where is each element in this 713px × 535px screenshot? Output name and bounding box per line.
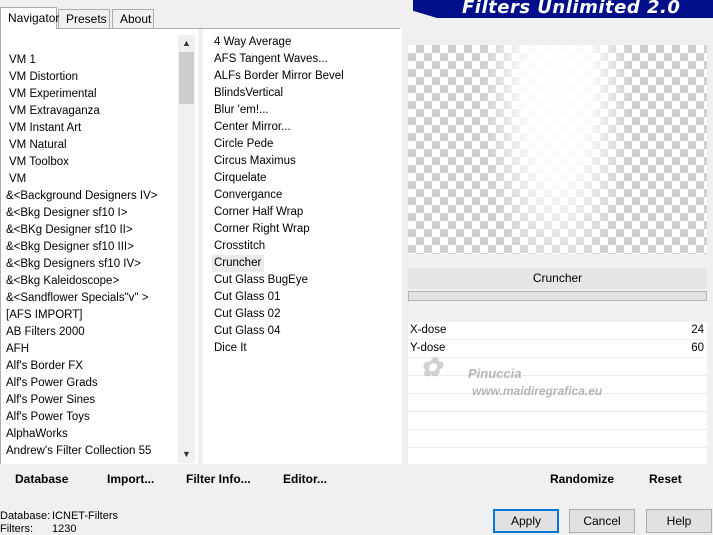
watermark-name: Pinuccia bbox=[468, 366, 522, 381]
filter-item[interactable]: Circus Maximus bbox=[214, 153, 296, 170]
filter-item[interactable]: Cut Glass 02 bbox=[214, 306, 280, 323]
app-title: Filters Unlimited 2.0 bbox=[462, 0, 681, 18]
filter-item[interactable]: Dice It bbox=[214, 340, 247, 357]
filter-item[interactable]: Center Mirror... bbox=[214, 119, 291, 136]
cancel-button[interactable]: Cancel bbox=[569, 509, 635, 533]
category-item[interactable]: [AFS IMPORT] bbox=[6, 307, 82, 324]
progress-bar bbox=[408, 291, 707, 301]
category-item[interactable]: AlphaWorks bbox=[6, 426, 68, 443]
status-filters-value: 1230 bbox=[52, 523, 77, 535]
category-item[interactable]: VM Distortion bbox=[9, 69, 78, 86]
filter-item[interactable]: Cut Glass 04 bbox=[214, 323, 280, 340]
category-item[interactable]: VM Instant Art bbox=[9, 120, 81, 137]
category-item[interactable]: Alf's Power Grads bbox=[6, 375, 98, 392]
category-item[interactable]: &<Bkg Designer sf10 III> bbox=[6, 239, 134, 256]
scroll-thumb[interactable] bbox=[179, 52, 194, 104]
param-slot bbox=[408, 412, 707, 430]
import-button[interactable]: Import... bbox=[107, 470, 154, 488]
filter-list[interactable]: 4 Way Average AFS Tangent Waves... ALFs … bbox=[203, 29, 402, 464]
category-item[interactable]: &<Bkg Designer sf10 I> bbox=[6, 205, 127, 222]
category-item[interactable]: &<BKg Designer sf10 II> bbox=[6, 222, 133, 239]
category-item[interactable]: VM bbox=[9, 171, 26, 188]
status-database-value: ICNET-Filters bbox=[52, 510, 118, 522]
selected-filter-name: Cruncher bbox=[408, 268, 707, 289]
editor-button[interactable]: Editor... bbox=[283, 470, 327, 488]
preview-effect bbox=[408, 45, 707, 254]
filter-item[interactable]: AFS Tangent Waves... bbox=[214, 51, 328, 68]
param-value[interactable]: 24 bbox=[691, 322, 704, 339]
tab-navigator[interactable]: Navigator bbox=[0, 7, 59, 29]
filter-item[interactable]: Convergance bbox=[214, 187, 282, 204]
watermark-url: www.maidiregrafica.eu bbox=[472, 384, 603, 398]
filter-info-button[interactable]: Filter Info... bbox=[186, 470, 251, 488]
status-filters-label: Filters: bbox=[0, 523, 33, 535]
param-slot bbox=[408, 358, 707, 376]
category-item[interactable]: Andrew's Filter Collection 55 bbox=[6, 443, 151, 460]
filter-item[interactable]: Crosstitch bbox=[214, 238, 265, 255]
category-item[interactable]: VM Toolbox bbox=[9, 154, 69, 171]
filter-item[interactable]: Corner Half Wrap bbox=[214, 204, 303, 221]
scroll-up-icon[interactable]: ▲ bbox=[178, 35, 195, 52]
apply-button[interactable]: Apply bbox=[493, 509, 559, 533]
param-slot bbox=[408, 430, 707, 448]
randomize-button[interactable]: Randomize bbox=[550, 470, 614, 488]
watermark-icon: ✿ bbox=[420, 352, 442, 382]
category-list[interactable]: VM 1 VM Distortion VM Experimental VM Ex… bbox=[0, 29, 198, 464]
category-item[interactable]: &<Background Designers IV> bbox=[6, 188, 158, 205]
category-item[interactable]: VM Experimental bbox=[9, 86, 97, 103]
status-database-label: Database: bbox=[0, 510, 51, 522]
filter-item-selected[interactable]: Cruncher bbox=[214, 255, 261, 272]
param-label: X-dose bbox=[410, 324, 447, 336]
filter-item[interactable]: 4 Way Average bbox=[214, 34, 291, 51]
filter-item[interactable]: Cut Glass 01 bbox=[214, 289, 280, 306]
param-row-y-dose[interactable]: Y-dose 60 bbox=[408, 340, 707, 358]
filter-item[interactable]: Cirquelate bbox=[214, 170, 266, 187]
filter-item[interactable]: ALFs Border Mirror Bevel bbox=[214, 68, 344, 85]
database-button[interactable]: Database bbox=[15, 470, 68, 488]
category-item[interactable]: &<Bkg Kaleidoscope> bbox=[6, 273, 119, 290]
category-item[interactable]: VM 1 bbox=[9, 52, 36, 69]
category-item[interactable]: VM Natural bbox=[9, 137, 67, 154]
category-item[interactable]: &<Bkg Designers sf10 IV> bbox=[6, 256, 141, 273]
category-item[interactable]: AB Filters 2000 bbox=[6, 324, 85, 341]
tab-about[interactable]: About bbox=[112, 9, 154, 28]
category-item[interactable]: VM Extravaganza bbox=[9, 103, 100, 120]
category-item[interactable]: Alf's Power Sines bbox=[6, 392, 95, 409]
category-item[interactable]: Alf's Power Toys bbox=[6, 409, 90, 426]
category-item[interactable]: Alf's Border FX bbox=[6, 358, 83, 375]
help-button[interactable]: Help bbox=[646, 509, 712, 533]
reset-button[interactable]: Reset bbox=[649, 470, 682, 488]
filter-item[interactable]: BlindsVertical bbox=[214, 85, 283, 102]
filter-item[interactable]: Circle Pede bbox=[214, 136, 273, 153]
filter-item[interactable]: Corner Right Wrap bbox=[214, 221, 310, 238]
filter-item[interactable]: Blur 'em!... bbox=[214, 102, 269, 119]
category-item[interactable]: &<Sandflower Specials"v" > bbox=[6, 290, 148, 307]
scroll-down-icon[interactable]: ▼ bbox=[178, 446, 195, 463]
category-scrollbar[interactable]: ▲ ▼ bbox=[178, 35, 195, 463]
tab-presets[interactable]: Presets bbox=[58, 9, 110, 28]
param-row-x-dose[interactable]: X-dose 24 bbox=[408, 322, 707, 340]
filter-item[interactable]: Cut Glass BugEye bbox=[214, 272, 308, 289]
param-value[interactable]: 60 bbox=[691, 340, 704, 357]
category-item[interactable]: AFH bbox=[6, 341, 29, 358]
